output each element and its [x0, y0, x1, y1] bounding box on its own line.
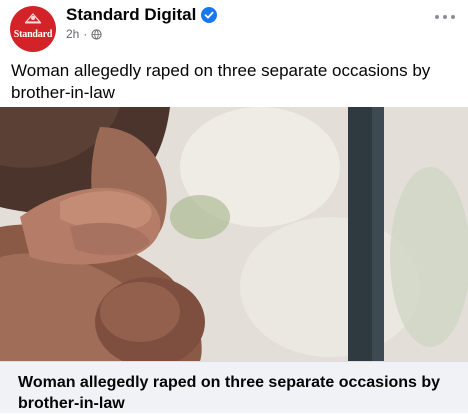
more-options-icon[interactable] [430, 6, 460, 28]
link-preview-title[interactable]: Woman allegedly raped on three separate … [18, 372, 458, 414]
page-name[interactable]: Standard Digital [66, 5, 196, 25]
more-dot [443, 15, 447, 19]
photo-illustration [0, 107, 468, 361]
crest-icon [24, 13, 42, 24]
post-meta: 2h · [66, 26, 102, 42]
avatar-logo-text: Standard [13, 29, 53, 40]
page-name-row: Standard Digital [66, 4, 218, 26]
more-dot [451, 15, 455, 19]
post-caption: Woman allegedly raped on three separate … [11, 61, 431, 102]
verified-badge-icon [201, 7, 218, 23]
globe-icon[interactable] [91, 28, 102, 40]
post-header: Standard Standard Digital 2h · [0, 0, 468, 56]
link-preview-title-box[interactable]: Woman allegedly raped on three separate … [0, 361, 468, 413]
feed-post: Standard Standard Digital 2h · Woman all… [0, 0, 468, 413]
link-preview-image[interactable] [0, 107, 468, 361]
more-dot [435, 15, 439, 19]
post-timestamp[interactable]: 2h [66, 27, 79, 41]
page-avatar[interactable]: Standard [10, 6, 56, 52]
meta-separator: · [83, 27, 88, 41]
